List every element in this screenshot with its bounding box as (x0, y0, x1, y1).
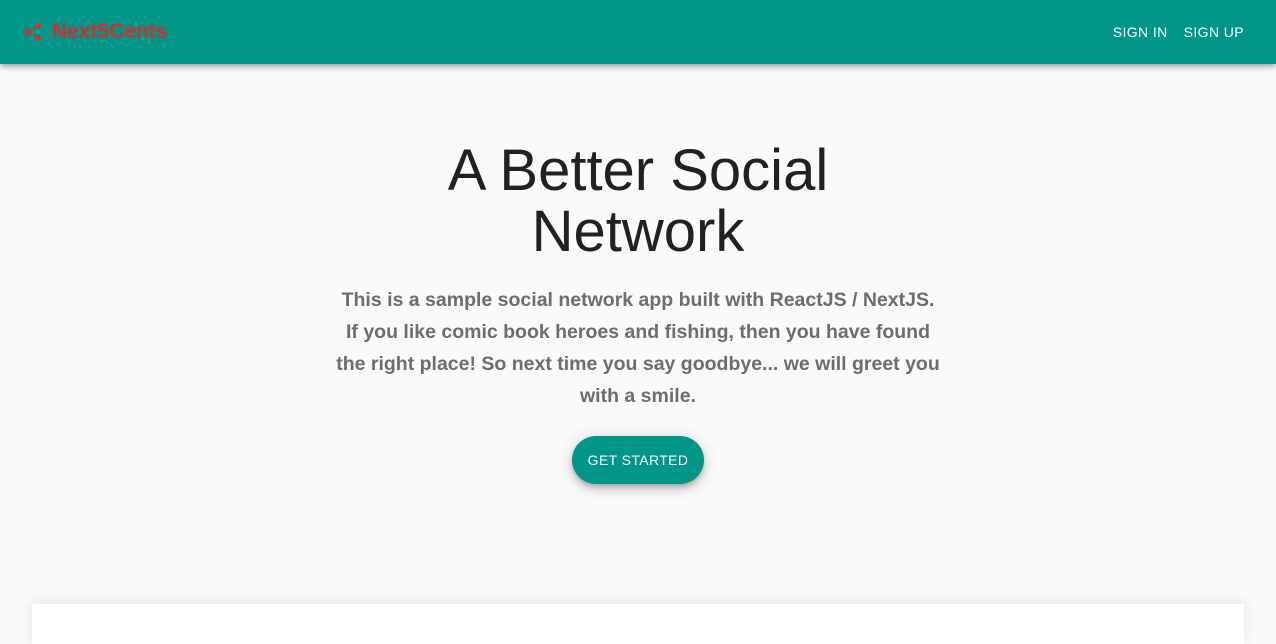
content-card (32, 604, 1244, 644)
brand-name: Next5Cents (52, 20, 168, 43)
get-started-button[interactable]: GET STARTED (571, 436, 705, 484)
app-bar: Next5Cents SIGN IN SIGN UP (0, 0, 1276, 64)
top-nav: SIGN IN SIGN UP (1105, 14, 1252, 50)
hero-description: This is a sample social network app buil… (336, 289, 940, 407)
sign-up-button[interactable]: SIGN UP (1176, 14, 1252, 50)
sign-in-button[interactable]: SIGN IN (1105, 14, 1176, 50)
share-icon (22, 21, 44, 43)
hero-section: A Better Social Network This is a sample… (0, 64, 1276, 484)
brand-link[interactable]: Next5Cents (22, 18, 168, 46)
hero-title: A Better Social Network (447, 138, 829, 264)
